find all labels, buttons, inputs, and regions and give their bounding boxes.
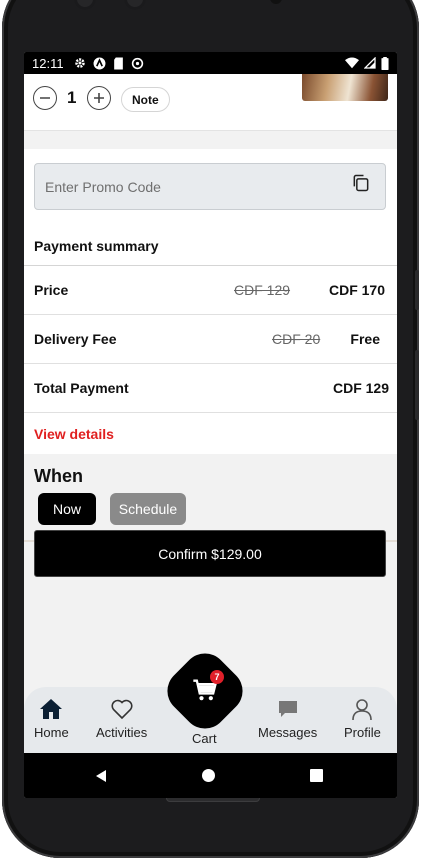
recent-apps-square-icon[interactable] (310, 769, 323, 782)
nav-messages[interactable]: Messages (258, 697, 317, 740)
power-button (415, 350, 419, 420)
price-label: Price (34, 282, 69, 298)
section-spacer (24, 131, 397, 149)
delivery-fee-row: Delivery Fee CDF 20 Free (24, 315, 397, 364)
when-title: When (34, 466, 83, 486)
home-icon (40, 699, 63, 719)
now-button[interactable]: Now (38, 493, 96, 525)
battery-icon (381, 56, 389, 70)
signal-icon (364, 57, 376, 69)
delivery-fee-value: Free (350, 331, 380, 347)
wifi-icon (345, 57, 359, 69)
nav-activities[interactable]: Activities (96, 697, 147, 740)
minus-icon (40, 97, 50, 99)
nav-activities-label: Activities (96, 725, 148, 740)
total-payment-row: Total Payment CDF 129 (24, 364, 397, 413)
when-section: When Now Schedule (24, 454, 397, 542)
total-payment-label: Total Payment (34, 380, 129, 396)
schedule-button[interactable]: Schedule (110, 493, 186, 525)
copy-icon[interactable] (351, 173, 371, 193)
volume-button (415, 270, 419, 310)
person-icon (352, 699, 373, 721)
status-time: 12:11 (32, 55, 64, 71)
total-payment-value: CDF 129 (332, 380, 389, 396)
decrease-quantity-button[interactable] (33, 86, 57, 110)
sd-card-icon (113, 57, 123, 69)
promo-code-input[interactable] (34, 163, 386, 210)
promo-section (24, 149, 397, 226)
cart-count-badge: 7 (210, 670, 224, 684)
quantity-value: 1 (67, 88, 77, 107)
front-camera-secondary (124, 0, 146, 10)
app-a-icon (93, 57, 106, 69)
delivery-fee-original: CDF 20 (272, 331, 321, 347)
proximity-sensor (270, 0, 282, 4)
food-item-image (302, 74, 388, 101)
confirm-button[interactable]: Confirm $129.00 (34, 530, 386, 577)
price-row: Price CDF 129 CDF 170 (24, 266, 397, 315)
delivery-fee-label: Delivery Fee (34, 331, 117, 347)
increase-quantity-button[interactable] (87, 86, 111, 110)
back-triangle-icon[interactable] (94, 769, 108, 783)
chat-bubble-icon (278, 701, 297, 717)
nav-profile-label: Profile (344, 725, 381, 740)
nav-home-label: Home (34, 725, 69, 740)
status-bar: 12:11 (24, 52, 397, 74)
phone-screen: 12:11 1 Note Enter Promo Code Payment su… (24, 52, 397, 798)
view-details-link[interactable]: View details (24, 413, 397, 454)
note-button[interactable]: Note (121, 87, 170, 112)
front-camera (74, 0, 96, 10)
nav-cart-label[interactable]: Cart (192, 731, 217, 746)
cart-item-row: 1 Note (24, 74, 397, 131)
settings-gear-icon (74, 58, 85, 68)
price-value: CDF 170 (328, 282, 385, 298)
plus-icon (94, 93, 104, 103)
sync-icon (131, 57, 143, 69)
payment-summary: Payment summary Price CDF 129 CDF 170 De… (24, 226, 397, 454)
system-navigation-bar (24, 753, 397, 798)
nav-profile[interactable]: Profile (344, 697, 381, 740)
heart-icon (111, 699, 133, 720)
nav-messages-label: Messages (258, 725, 318, 740)
nav-home[interactable]: Home (34, 697, 69, 740)
payment-summary-title: Payment summary (24, 226, 397, 266)
home-circle-icon[interactable] (202, 769, 215, 782)
price-original: CDF 129 (234, 282, 291, 298)
